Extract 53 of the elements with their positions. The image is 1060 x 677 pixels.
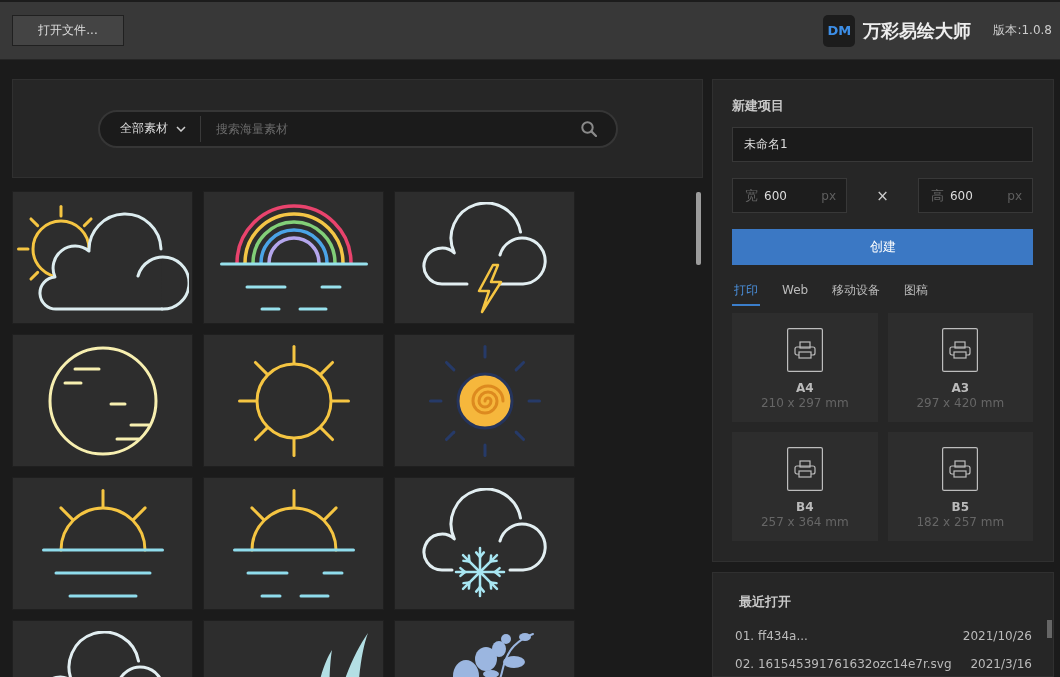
panel-title: 最近打开 [738, 593, 792, 611]
width-input[interactable]: 600 [764, 188, 800, 203]
material-tile[interactable] [394, 334, 575, 467]
search-bar[interactable]: 全部素材 搜索海量素材 [97, 109, 618, 148]
template-name: A3 [951, 380, 970, 396]
project-name-field[interactable]: 未命名1 [732, 127, 1033, 162]
template-size: 182 x 257 mm [916, 515, 1005, 530]
category-dropdown[interactable]: 全部素材 [119, 120, 186, 137]
width-label: 宽 [745, 186, 758, 205]
printer-page-icon [786, 447, 823, 491]
open-file-button[interactable]: 打开文件... [12, 15, 124, 46]
app-name: 万彩易绘大师 [863, 18, 972, 43]
printer-page-icon [942, 447, 979, 491]
material-tile[interactable] [12, 191, 193, 324]
panel-title: 新建项目 [732, 97, 785, 115]
template-name: B4 [796, 499, 814, 515]
times-sign: × [876, 186, 889, 205]
template-name: B5 [951, 499, 969, 515]
material-tile[interactable] [203, 191, 384, 324]
material-tile[interactable] [203, 334, 384, 467]
category-tab[interactable]: Web [780, 281, 811, 306]
width-field[interactable]: 宽 600 px [732, 178, 847, 213]
printer-page-icon [786, 328, 823, 372]
recent-file-name[interactable]: 02. 161545391761632ozc14e7r.svg [735, 655, 952, 673]
category-tab[interactable]: 图稿 [902, 281, 931, 306]
file-date: 2021/3/16 [970, 656, 1032, 673]
recent-file-name[interactable]: 01. ff434a... [735, 627, 808, 645]
file-date: 2021/10/26 [962, 628, 1032, 645]
caret-icon [175, 125, 186, 132]
height-label: 高 [931, 186, 944, 205]
height-input[interactable]: 600 [950, 188, 986, 203]
search-field[interactable]: 搜索海量素材 [215, 121, 571, 136]
template-card[interactable]: B5 182 x 257 mm [887, 432, 1033, 541]
create-button[interactable]: 创建 [732, 229, 1033, 265]
printer-page-icon [942, 328, 979, 372]
category-tab[interactable]: 移动设备 [830, 281, 883, 306]
category-tab[interactable]: 打印 [732, 281, 760, 306]
material-tile[interactable] [12, 477, 193, 610]
app-logo: DM [823, 14, 856, 47]
scrollbar-thumb[interactable] [696, 192, 701, 265]
template-size: 297 x 420 mm [916, 396, 1005, 411]
template-name: A4 [795, 380, 814, 396]
unit-label: px [1007, 188, 1022, 203]
search-icon[interactable] [580, 120, 597, 137]
material-tile[interactable] [394, 191, 575, 324]
height-field[interactable]: 高 600 px [918, 178, 1033, 213]
material-tile[interactable] [203, 477, 384, 610]
material-tile[interactable] [394, 477, 575, 610]
scrollbar-thumb[interactable] [1047, 620, 1052, 638]
template-card[interactable]: A3 297 x 420 mm [887, 313, 1033, 422]
material-tile[interactable] [12, 334, 193, 467]
unit-label: px [821, 188, 836, 203]
version-label: 版本:1.0.8 [993, 22, 1052, 39]
